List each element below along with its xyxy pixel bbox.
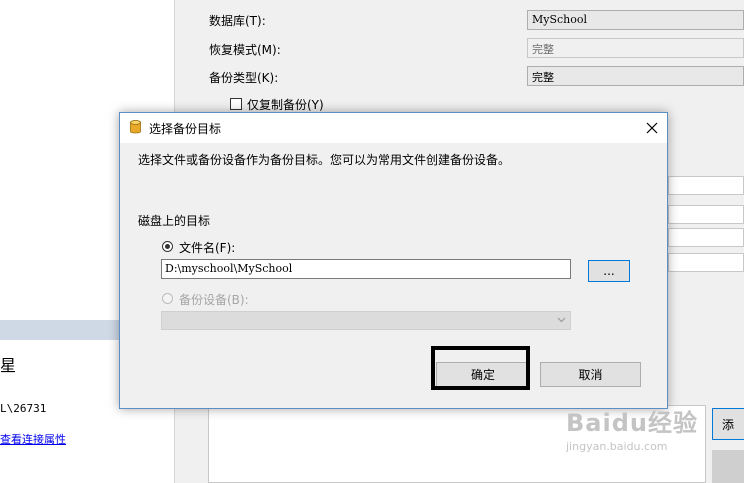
ok-button-highlight-box	[431, 346, 530, 390]
recovery-model-label: 恢复模式(M):	[209, 43, 281, 57]
bg-field-1	[668, 176, 744, 195]
select-backup-destination-dialog: 选择备份目标 选择文件或备份设备作为备份目标。您可以为常用文件创建备份设备。 磁…	[119, 112, 668, 409]
file-name-radio[interactable]	[162, 241, 173, 252]
chevron-down-icon	[557, 317, 566, 323]
left-cut-char: 星	[0, 356, 17, 375]
view-connection-properties-link[interactable]: 查看连接属性	[0, 431, 66, 447]
left-path-text: L\26731	[0, 402, 47, 415]
add-button[interactable]: 添	[712, 408, 744, 440]
backup-device-radio[interactable]	[162, 293, 173, 304]
add-button-label: 添	[721, 417, 734, 432]
dialog-title: 选择备份目标	[149, 122, 222, 136]
backup-type-combo[interactable]: 完整	[527, 66, 744, 86]
bg-field-4	[668, 253, 744, 272]
cancel-button[interactable]: 取消	[540, 362, 641, 387]
copy-only-checkbox[interactable]	[230, 98, 242, 110]
baidu-watermark: Baidu经验 jingyan.baidu.com	[566, 403, 698, 453]
backup-type-label: 备份类型(K):	[209, 71, 279, 85]
disk-destination-heading: 磁盘上的目标	[138, 214, 211, 228]
copy-only-label: 仅复制备份(Y)	[247, 98, 324, 112]
watermark-line1: Baidu经验	[566, 409, 698, 437]
database-combo[interactable]: MySchool	[527, 10, 744, 30]
backup-device-label: 备份设备(B):	[179, 293, 249, 307]
watermark-line2: jingyan.baidu.com	[566, 440, 668, 453]
close-icon	[646, 122, 658, 134]
bg-field-2	[668, 205, 744, 224]
backup-device-combo[interactable]	[161, 311, 571, 330]
recovery-model-field: 完整	[527, 38, 744, 58]
bg-field-3	[668, 228, 744, 247]
remove-button-partial[interactable]	[712, 450, 744, 483]
browse-button[interactable]: ...	[588, 260, 630, 282]
close-button[interactable]	[639, 116, 665, 140]
left-selection-band	[0, 320, 120, 340]
database-icon	[130, 120, 141, 134]
file-name-label: 文件名(F):	[179, 241, 236, 255]
dialog-titlebar: 选择备份目标	[120, 113, 667, 143]
database-label: 数据库(T):	[209, 14, 266, 28]
dialog-description: 选择文件或备份设备作为备份目标。您可以为常用文件创建备份设备。	[138, 153, 511, 167]
file-path-input[interactable]: D:\myschool\MySchool	[161, 259, 571, 279]
